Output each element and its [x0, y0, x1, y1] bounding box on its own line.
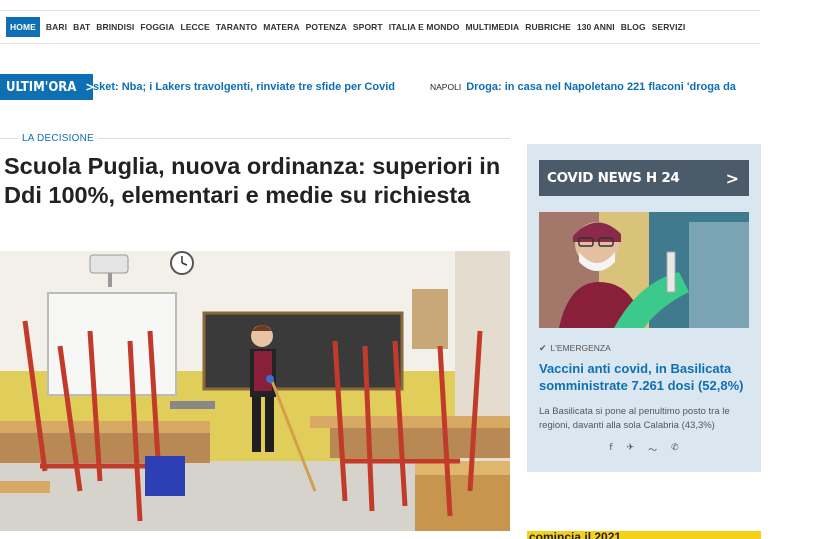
covid-news-sidebar: COVID NEWS H 24 > ✔ L'EMERGENZA Vaccini a… — [527, 144, 761, 472]
nav-matera[interactable]: MATERA — [263, 22, 299, 32]
classroom-photo — [0, 251, 510, 531]
covid-news-kicker-text: L'EMERGENZA — [550, 343, 611, 353]
whatsapp-icon[interactable]: ✆ — [671, 443, 679, 456]
nav-servizi[interactable]: SERVIZI — [652, 22, 686, 32]
covid-news-header-title: COVID NEWS H 24 — [547, 170, 680, 186]
covid-news-title[interactable]: Vaccini anti covid, in Basilicata sommin… — [539, 360, 751, 394]
nav-foggia[interactable]: FOGGIA — [140, 22, 174, 32]
top-nav: HOME BARI BAT BRINDISI FOGGIA LECCE TARA… — [0, 10, 760, 44]
advertisement-banner[interactable]: comincia il 2021 — [527, 531, 761, 539]
nav-italia-e-mondo[interactable]: ITALIA E MONDO — [389, 22, 460, 32]
nav-bari[interactable]: BARI — [46, 22, 67, 32]
ticker-item-2: Droga: in casa nel Napoletano 221 flacon… — [466, 81, 736, 93]
ticker-item-2-wrap[interactable]: NAPOLI Droga: in casa nel Napoletano 221… — [430, 74, 736, 100]
ticker-label-text: ULTIM'ORA — [6, 79, 77, 95]
facebook-icon[interactable]: f — [609, 443, 612, 456]
kicker-divider-left — [0, 137, 18, 139]
nav-multimedia[interactable]: MULTIMEDIA — [466, 22, 520, 32]
chevron-right-icon: > — [725, 168, 739, 188]
advertisement-text: comincia il 2021 — [529, 531, 622, 539]
breaking-news-ticker: ULTIM'ORA > sket: Nba; i Lakers travolge… — [0, 74, 760, 100]
covid-news-description: La Basilicata si pone al penultimo posto… — [539, 406, 730, 431]
telegram-icon[interactable]: ✈ — [627, 443, 635, 456]
ticker-item-1[interactable]: sket: Nba; i Lakers travolgenti, rinviat… — [93, 74, 395, 100]
covid-news-kicker: ✔ L'EMERGENZA — [539, 343, 611, 354]
nav-rubriche[interactable]: RUBRICHE — [525, 22, 571, 32]
ticker-item-2-city: NAPOLI — [430, 82, 462, 92]
nav-130-anni[interactable]: 130 ANNI — [577, 22, 615, 32]
nav-home[interactable]: HOME — [6, 17, 40, 37]
nav-brindisi[interactable]: BRINDISI — [96, 22, 134, 32]
article-kicker-row: LA DECISIONE — [0, 131, 510, 145]
nav-sport[interactable]: SPORT — [353, 22, 383, 32]
nav-taranto[interactable]: TARANTO — [216, 22, 257, 32]
ticker-label[interactable]: ULTIM'ORA > — [0, 74, 94, 100]
covid-news-image[interactable] — [539, 212, 749, 328]
article-kicker: LA DECISIONE — [22, 132, 94, 144]
share-icons: f ✈ 〜 ✆ — [539, 443, 749, 456]
article-hero-image[interactable] — [0, 251, 510, 531]
article-title: Scuola Puglia, nuova ordinanza: superior… — [4, 153, 501, 208]
kicker-divider-right — [97, 137, 510, 139]
vaccine-photo — [539, 212, 749, 328]
nav-blog[interactable]: BLOG — [621, 22, 646, 32]
check-icon: ✔ — [539, 343, 547, 353]
nav-potenza[interactable]: POTENZA — [306, 22, 347, 32]
nav-lecce[interactable]: LECCE — [180, 22, 209, 32]
covid-news-header[interactable]: COVID NEWS H 24 > — [539, 160, 749, 196]
twitter-icon[interactable]: 〜 — [648, 443, 657, 456]
nav-bat[interactable]: BAT — [73, 22, 90, 32]
